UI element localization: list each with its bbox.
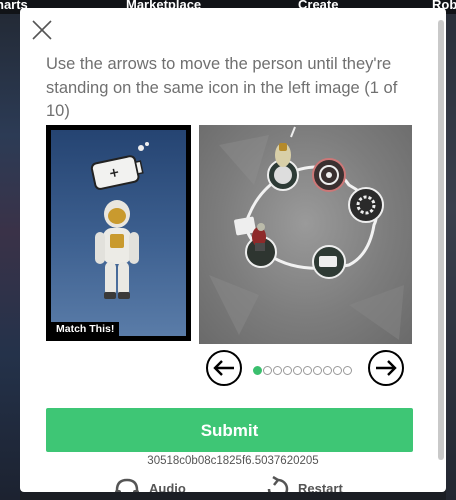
arrow-left-icon xyxy=(213,360,234,376)
audio-label: Audio xyxy=(149,481,186,492)
scene-illustration xyxy=(209,126,404,340)
submit-button[interactable]: Submit xyxy=(46,408,413,452)
pad-battery xyxy=(312,245,346,279)
pagination-dot[interactable] xyxy=(293,366,302,375)
target-image: Match This! xyxy=(46,125,191,341)
next-arrow-button[interactable] xyxy=(368,350,404,386)
pagination-dot[interactable] xyxy=(303,366,312,375)
session-id: 30518c0b08c1825f6.5037620205 xyxy=(147,455,319,467)
pagination-dot[interactable] xyxy=(313,366,322,375)
restart-label: Restart xyxy=(298,481,343,492)
arrow-right-icon xyxy=(376,360,397,376)
pagination-dot[interactable] xyxy=(263,366,272,375)
pagination-dot[interactable] xyxy=(333,366,342,375)
close-icon xyxy=(32,20,52,40)
pagination-dot[interactable] xyxy=(283,366,292,375)
pagination-dot[interactable] xyxy=(273,366,282,375)
captcha-modal: Use the arrows to move the person until … xyxy=(20,8,446,492)
pagination-dot[interactable] xyxy=(323,366,332,375)
restart-button[interactable]: Restart xyxy=(266,476,356,492)
match-this-label: Match This! xyxy=(51,322,120,336)
close-button[interactable] xyxy=(31,19,53,41)
pagination-dot-active[interactable] xyxy=(253,366,262,375)
pad-gear xyxy=(348,187,384,223)
instruction-text: Use the arrows to move the person until … xyxy=(46,55,398,120)
pagination-dot[interactable] xyxy=(343,366,352,375)
background-right-strip xyxy=(446,14,456,500)
background-left-strip xyxy=(0,14,20,500)
target-image-content: Match This! xyxy=(51,130,186,336)
scrollbar-thumb[interactable] xyxy=(438,20,444,460)
audio-button[interactable]: Audio xyxy=(113,478,193,492)
puzzle-scene[interactable] xyxy=(199,125,412,344)
headphones-icon xyxy=(115,478,139,492)
scrollbar[interactable] xyxy=(438,20,444,460)
prev-arrow-button[interactable] xyxy=(206,350,242,386)
astronaut-on-battery-illustration xyxy=(90,142,149,299)
restart-icon xyxy=(267,476,289,492)
pad-target xyxy=(312,158,346,192)
